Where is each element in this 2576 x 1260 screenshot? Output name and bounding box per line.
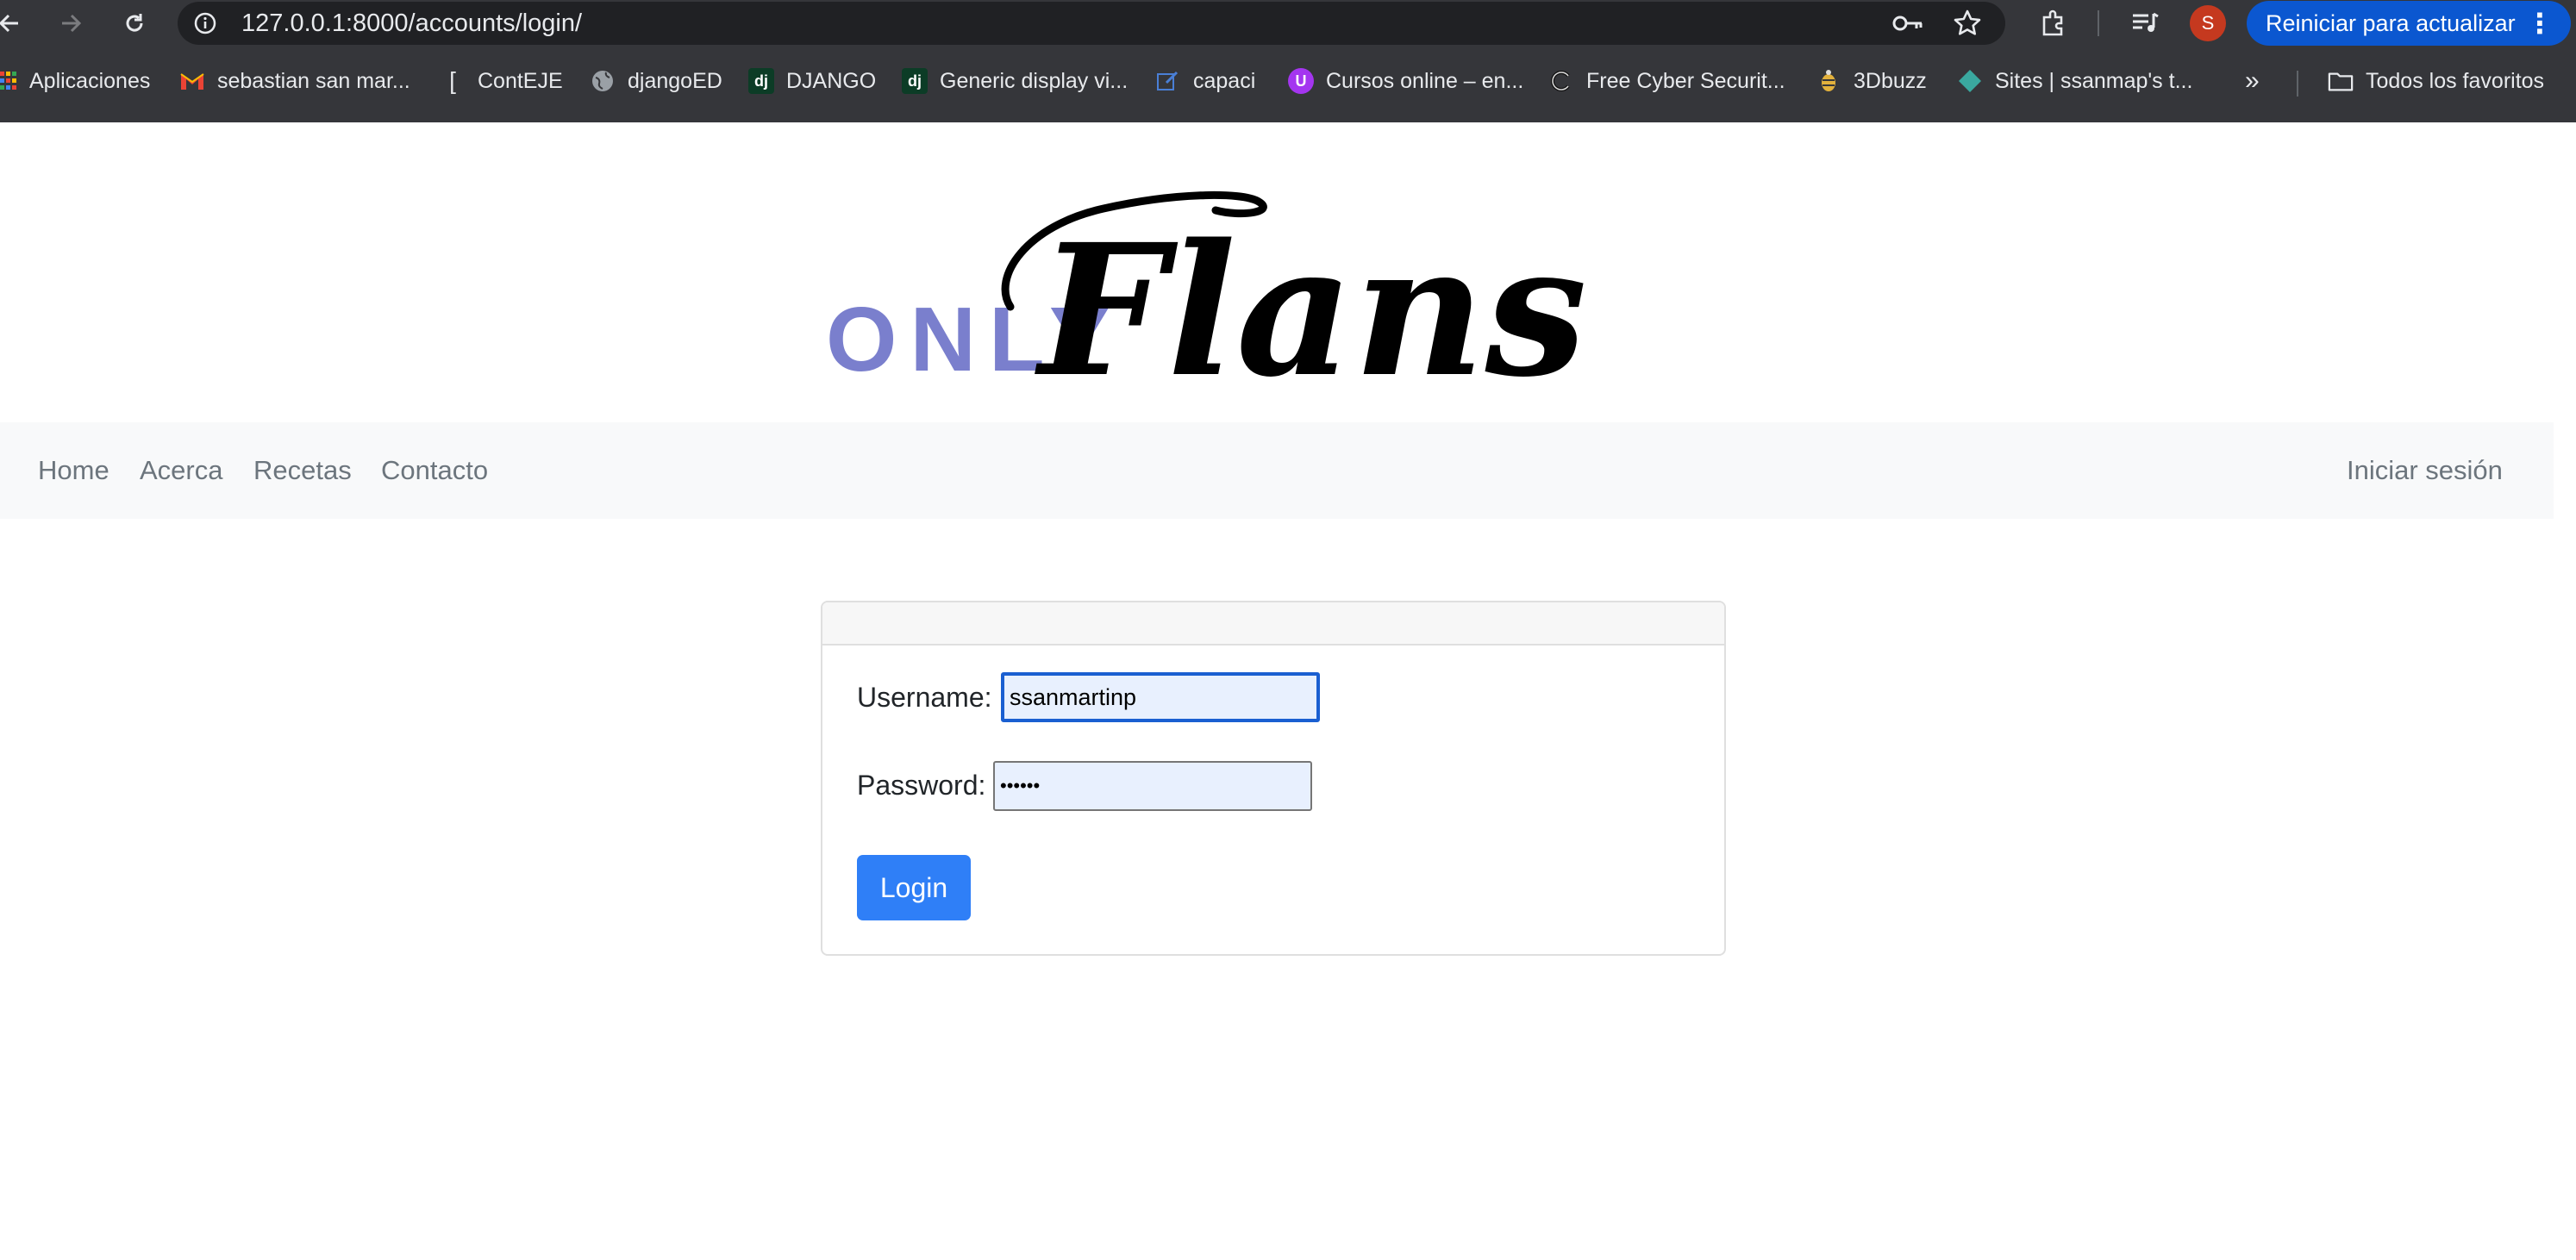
- udemy-icon: U: [1288, 68, 1314, 94]
- kebab-menu-icon[interactable]: ⋮: [2526, 1, 2554, 46]
- bookmark-label: ContEJE: [478, 68, 563, 93]
- reload-icon: [126, 14, 143, 32]
- main-navbar: Home Acerca Recetas Contacto Iniciar ses…: [0, 422, 2554, 519]
- nav-link-contacto[interactable]: Contacto: [381, 422, 488, 519]
- restart-to-update-label: Reiniciar para actualizar: [2266, 10, 2516, 36]
- back-button[interactable]: [0, 0, 24, 47]
- toolbar-separator: [2098, 10, 2099, 36]
- url-text[interactable]: 127.0.0.1:8000/accounts/login/: [241, 2, 582, 45]
- extensions-icon[interactable]: [2035, 0, 2073, 47]
- nav-link-home[interactable]: Home: [38, 422, 109, 519]
- page-content: ONLY Flans Home Acerca Recetas Contacto …: [0, 122, 2576, 1260]
- bookmark-star-icon[interactable]: [1948, 2, 1986, 45]
- bookmark-label: sebastian san mar...: [217, 68, 410, 93]
- apps-grid-icon: [0, 68, 17, 94]
- bookmarks-separator: [2297, 71, 2298, 97]
- edit-icon: [1155, 68, 1181, 94]
- profile-avatar[interactable]: S: [2190, 5, 2226, 41]
- shell-icon: [1548, 68, 1574, 94]
- bookmark-label: Aplicaciones: [29, 68, 151, 93]
- password-label: Password:: [857, 770, 986, 801]
- sites-icon: [1957, 68, 1983, 94]
- all-bookmarks-label: Todos los favoritos: [2366, 68, 2545, 93]
- bookmark-gmail[interactable]: sebastian san mar...: [179, 64, 410, 98]
- bookmark-djangoed[interactable]: djangoED: [590, 64, 722, 98]
- all-bookmarks-folder[interactable]: Todos los favoritos: [2328, 64, 2544, 98]
- login-card: Username: ssanmartinp Password: •••••• L…: [821, 601, 1726, 956]
- login-button[interactable]: Login: [857, 855, 971, 920]
- username-input[interactable]: ssanmartinp: [1001, 672, 1320, 722]
- bookmark-capaci[interactable]: capaci: [1155, 64, 1255, 98]
- nav-link-recetas[interactable]: Recetas: [253, 422, 352, 519]
- nav-link-acerca[interactable]: Acerca: [140, 422, 222, 519]
- django-icon: dj: [902, 68, 928, 94]
- bookmark-apps[interactable]: Aplicaciones: [0, 64, 150, 98]
- globe-icon: [590, 68, 616, 94]
- back-arrow-icon: [0, 14, 18, 33]
- bookmark-label: DJANGO: [786, 68, 877, 93]
- forward-arrow-icon: [62, 14, 82, 33]
- bookmark-label: Free Cyber Securit...: [1586, 68, 1785, 93]
- bookmark-label: Generic display vi...: [940, 68, 1129, 93]
- more-bookmarks-chevron-icon[interactable]: »: [2245, 64, 2260, 98]
- username-label: Username:: [857, 682, 992, 713]
- reload-button[interactable]: [117, 0, 152, 47]
- nav-link-login[interactable]: Iniciar sesión: [2347, 422, 2503, 519]
- browser-toolbar: 127.0.0.1:8000/accounts/login/ S Reinici…: [0, 0, 2576, 47]
- bookmark-label: Cursos online – en...: [1326, 68, 1524, 93]
- only-flans-logo: ONLY Flans: [826, 190, 1587, 407]
- bookmark-label: capaci: [1193, 68, 1256, 93]
- django-icon: dj: [748, 68, 774, 94]
- password-input[interactable]: ••••••: [993, 761, 1312, 811]
- folder-icon: [2328, 68, 2354, 94]
- bookmark-label: djangoED: [628, 68, 722, 93]
- card-header: [822, 602, 1724, 646]
- bookmarks-bar: Aplicaciones sebastian san mar... [ Cont…: [0, 47, 2576, 122]
- bookmark-generic-display[interactable]: dj Generic display vi...: [902, 64, 1128, 98]
- bookmark-cursos-online[interactable]: U Cursos online – en...: [1288, 64, 1523, 98]
- bookmark-free-cyber[interactable]: Free Cyber Securit...: [1548, 64, 1785, 98]
- bookmark-3dbuzz[interactable]: 3Dbuzz: [1816, 64, 1927, 98]
- password-key-icon[interactable]: [1890, 2, 1928, 45]
- gmail-icon: [179, 68, 205, 94]
- restart-to-update-button[interactable]: Reiniciar para actualizar ⋮: [2247, 1, 2571, 46]
- bookmark-conteje[interactable]: [ ContEJE: [440, 64, 563, 98]
- bracket-icon: [: [449, 67, 456, 94]
- logo-flans-text: Flans: [1035, 204, 1587, 407]
- bookmark-sites[interactable]: Sites | ssanmap's t...: [1957, 64, 2192, 98]
- bookmark-label: 3Dbuzz: [1854, 68, 1927, 93]
- media-queue-icon[interactable]: [2126, 0, 2164, 47]
- bookmark-label: Sites | ssanmap's t...: [1995, 68, 2193, 93]
- site-info-icon[interactable]: [193, 11, 217, 35]
- bookmark-django[interactable]: dj DJANGO: [748, 64, 876, 98]
- forward-button[interactable]: [53, 0, 88, 47]
- buzz-icon: [1816, 68, 1841, 94]
- address-bar[interactable]: 127.0.0.1:8000/accounts/login/: [178, 2, 2005, 45]
